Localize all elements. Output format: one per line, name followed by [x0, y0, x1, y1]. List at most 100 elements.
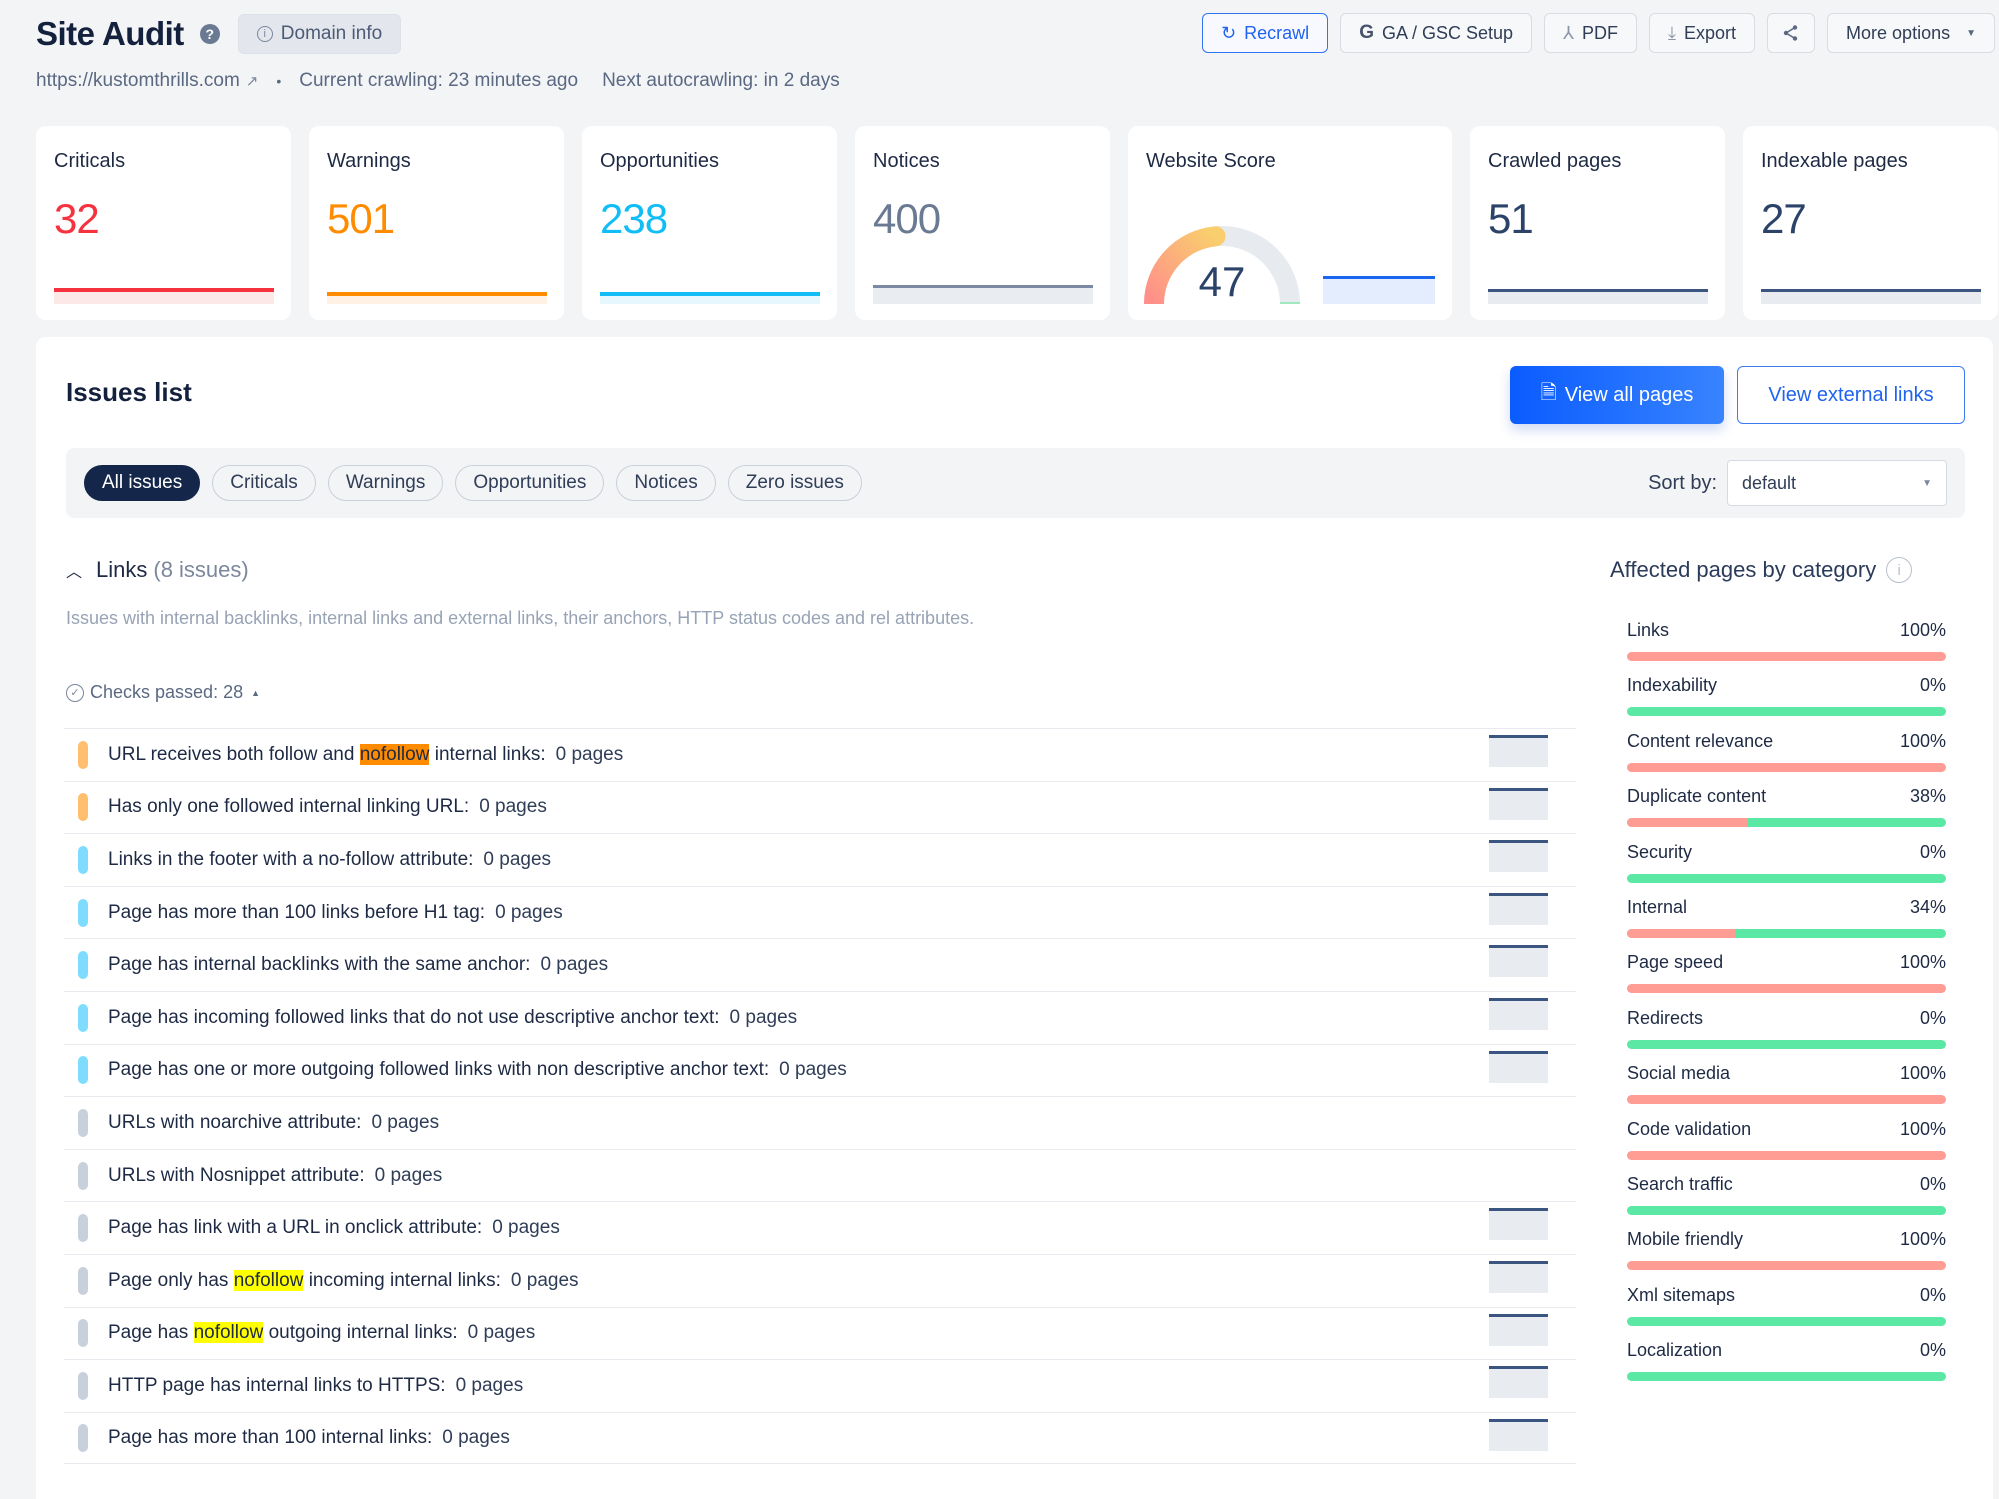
notices-value: 400	[873, 195, 941, 242]
card-label: Website Score	[1146, 150, 1276, 172]
issue-row[interactable]: Page only has nofollow incoming internal…	[64, 1253, 1576, 1307]
sparkline-line	[1489, 1260, 1548, 1264]
issue-sparkline	[1489, 1050, 1548, 1083]
issues-panel: Issues list 🗎 View all pages View extern…	[36, 337, 1993, 1499]
issue-row[interactable]: Page has link with a URL in onclick attr…	[64, 1201, 1576, 1254]
category-name: Redirects	[1627, 1007, 1704, 1028]
category-item[interactable]: Internal 34%	[1627, 897, 1946, 952]
issue-row[interactable]: URL receives both follow and nofollow in…	[64, 728, 1576, 781]
issue-text: HTTP page has internal links to HTTPS:	[108, 1374, 446, 1396]
issue-row[interactable]: URLs with noarchive attribute: 0 pages	[64, 1096, 1576, 1149]
issue-row[interactable]: Page has nofollow outgoing internal link…	[64, 1306, 1576, 1360]
sparkline-line	[1489, 1208, 1548, 1212]
category-item[interactable]: Content relevance 100%	[1627, 731, 1946, 786]
filter-chip-notices[interactable]: Notices	[616, 465, 716, 501]
category-item[interactable]: Links 100%	[1627, 620, 1946, 675]
warnings-card[interactable]: Warnings 501	[309, 126, 564, 320]
issue-row[interactable]: Page has incoming followed links that do…	[64, 990, 1576, 1044]
check-circle-icon: ✓	[66, 683, 84, 702]
filter-chip-zero-issues[interactable]: Zero issues	[727, 465, 862, 501]
category-item[interactable]: Page speed 100%	[1627, 952, 1946, 1007]
crawled-pages-card[interactable]: Crawled pages 51	[1470, 126, 1725, 320]
indexable-pages-card[interactable]: Indexable pages 27	[1743, 126, 1998, 320]
opportunities-card[interactable]: Opportunities 238	[582, 126, 837, 320]
issue-row[interactable]: Page has more than 100 links before H1 t…	[64, 885, 1576, 939]
website-score-card[interactable]: Website Score 47	[1128, 126, 1452, 320]
category-percent: 100%	[1899, 620, 1946, 640]
chevron-up-icon[interactable]: ︿	[66, 558, 82, 582]
issue-text: Page has nofollow outgoing internal link…	[108, 1322, 458, 1344]
filter-chip-warnings[interactable]: Warnings	[327, 465, 444, 501]
category-bar-affected	[1627, 1150, 1946, 1160]
issue-count: 0 pages	[495, 901, 563, 923]
category-bar	[1627, 928, 1946, 938]
severity-indicator	[78, 1424, 88, 1453]
notices-card[interactable]: Notices 400	[855, 126, 1110, 320]
pdf-icon: ⅄	[1563, 22, 1575, 43]
category-row: Xml sitemaps 0%	[1627, 1285, 1946, 1306]
category-item[interactable]: Localization 0%	[1627, 1340, 1946, 1395]
issue-row[interactable]: Links in the footer with a no-follow att…	[64, 833, 1576, 886]
category-item[interactable]: Social media 100%	[1627, 1063, 1946, 1118]
ga-gsc-label: GA / GSC Setup	[1381, 22, 1514, 43]
issue-row[interactable]: Page has internal backlinks with the sam…	[64, 938, 1576, 991]
issue-row[interactable]: URLs with Nosnippet attribute: 0 pages	[64, 1148, 1576, 1202]
category-item[interactable]: Code validation 100%	[1627, 1119, 1946, 1174]
issue-sparkline	[1489, 1418, 1548, 1451]
category-row: Indexability 0%	[1627, 675, 1946, 696]
view-all-pages-button[interactable]: 🗎 View all pages	[1510, 366, 1724, 424]
affected-categories: Links 100% Indexability 0% Content relevance…	[1627, 620, 1946, 1395]
filter-chip-opportunities[interactable]: Opportunities	[455, 465, 605, 501]
more-options-dropdown[interactable]: More options ▼	[1827, 13, 1995, 53]
filter-chip-criticals[interactable]: Criticals	[212, 465, 316, 501]
view-all-pages-label: View all pages	[1564, 383, 1694, 406]
issue-row[interactable]: Page has more than 100 internal links: 0 …	[64, 1411, 1576, 1465]
external-link-icon[interactable]: ↗	[246, 72, 259, 90]
sort-select[interactable]: default ▼	[1727, 460, 1947, 506]
pdf-button[interactable]: ⅄ PDF	[1544, 13, 1638, 53]
view-external-links-button[interactable]: View external links	[1737, 366, 1965, 424]
highlighted-keyword: nofollow	[233, 1269, 304, 1291]
checks-passed-toggle[interactable]: ✓ Checks passed: 28 ▲	[66, 682, 260, 703]
category-item[interactable]: Redirects 0%	[1627, 1008, 1946, 1063]
issue-count: 0 pages	[467, 1322, 536, 1344]
help-icon[interactable]: ?	[199, 24, 220, 44]
export-button[interactable]: ⤓ Export	[1649, 13, 1756, 53]
filter-chip-all-issues[interactable]: All issues	[84, 465, 201, 501]
domain-info-button[interactable]: i Domain info	[237, 14, 402, 54]
criticals-card[interactable]: Criticals 32	[36, 126, 291, 320]
crawled-pages-value: 51	[1488, 195, 1534, 242]
recrawl-button[interactable]: ↻ Recrawl	[1202, 13, 1329, 53]
info-icon[interactable]: i	[1886, 557, 1913, 583]
page-title: Site Audit	[36, 15, 184, 52]
group-name: Links	[96, 557, 148, 582]
issues-list-title: Issues list	[66, 377, 192, 407]
sparkline-line	[1489, 945, 1548, 949]
issue-row[interactable]: Has only one followed internal linking U…	[64, 780, 1576, 834]
category-percent: 100%	[1899, 1118, 1946, 1139]
issue-count: 0 pages	[479, 796, 547, 818]
google-icon: G	[1359, 22, 1374, 43]
share-button[interactable]	[1767, 13, 1816, 53]
opportunities-value: 238	[600, 195, 668, 242]
issue-text: Page has incoming followed links that do…	[108, 1006, 720, 1028]
category-item[interactable]: Duplicate content 38%	[1627, 786, 1946, 841]
issue-row[interactable]: Page has one or more outgoing followed l…	[64, 1043, 1576, 1097]
sort-control: Sort by: default ▼	[1648, 460, 1947, 506]
links-group-header[interactable]: ︿ Links (8 issues)	[66, 557, 249, 583]
issue-row[interactable]: HTTP page has internal links to HTTPS: 0 …	[64, 1359, 1576, 1412]
category-name: Security	[1627, 841, 1693, 862]
issue-text: URLs with Nosnippet attribute:	[108, 1164, 365, 1186]
severity-indicator	[78, 1056, 88, 1085]
category-item[interactable]: Security 0%	[1627, 842, 1946, 897]
affected-title-text: Affected pages by category	[1610, 557, 1877, 582]
share-icon	[1783, 25, 1798, 41]
ga-gsc-setup-button[interactable]: G GA / GSC Setup	[1340, 13, 1533, 53]
category-item[interactable]: Search traffic 0%	[1627, 1174, 1946, 1229]
issue-sparkline	[1489, 840, 1548, 873]
category-item[interactable]: Indexability 0%	[1627, 675, 1946, 730]
category-item[interactable]: Xml sitemaps 0%	[1627, 1285, 1946, 1340]
site-url-link[interactable]: https://kustomthrills.com	[36, 70, 240, 92]
category-item[interactable]: Mobile friendly 100%	[1627, 1229, 1946, 1284]
warnings-sparkline	[327, 292, 547, 304]
